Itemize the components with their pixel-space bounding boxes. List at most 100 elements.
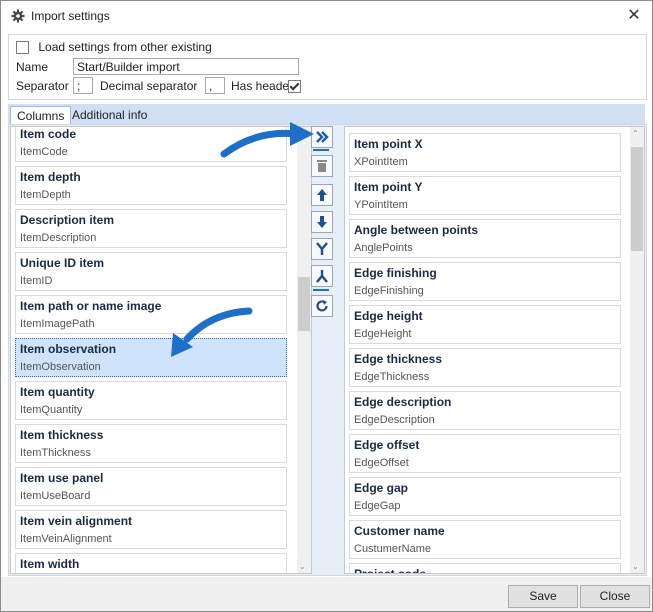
list-item[interactable]: Item width xyxy=(15,553,287,573)
right-scrollbar[interactable]: ⌃ ⌄ xyxy=(630,127,644,573)
list-item-field: ItemDepth xyxy=(20,189,71,201)
list-item-title: Angle between points xyxy=(354,223,479,237)
list-item-title: Edge offset xyxy=(354,438,420,452)
load-settings-checkbox[interactable] xyxy=(16,41,29,55)
list-item-title: Edge thickness xyxy=(354,352,443,366)
list-item-title: Item path or name image xyxy=(20,299,162,313)
dialog-button-bar: Save Close xyxy=(1,577,652,611)
list-item[interactable]: Unique ID item ItemID xyxy=(15,252,287,291)
list-item-field: CustumerName xyxy=(354,543,432,555)
list-item-title: Customer name xyxy=(354,524,445,538)
list-item-title: Edge finishing xyxy=(354,266,437,280)
list-item[interactable]: Item use panel ItemUseBoard xyxy=(15,467,287,506)
decimal-separator-label: Decimal separator xyxy=(100,79,198,93)
list-item[interactable]: Edge finishing EdgeFinishing xyxy=(349,262,621,301)
tab-additional-info[interactable]: Additional info xyxy=(66,106,153,124)
selected-columns-list[interactable]: Item point X XPointItem Item point Y YPoint… xyxy=(344,126,645,574)
move-up-button[interactable] xyxy=(311,184,333,206)
double-chevron-right-icon xyxy=(316,131,329,143)
list-item-field: ItemDescription xyxy=(20,232,97,244)
close-icon[interactable]: ✕ xyxy=(622,4,646,28)
list-item-title: Edge height xyxy=(354,309,423,323)
refresh-button[interactable] xyxy=(311,295,333,317)
list-item-title: Item quantity xyxy=(20,385,95,399)
arrow-up-icon xyxy=(317,189,327,201)
right-scroll-thumb[interactable] xyxy=(631,147,643,251)
list-item-title: Item thickness xyxy=(20,428,104,442)
left-scrollbar[interactable]: ⌄ xyxy=(297,127,311,573)
separator-label: Separator xyxy=(16,79,69,93)
tab-bar: Columns Additional info xyxy=(8,104,645,125)
separator-field[interactable]: ; xyxy=(73,77,93,94)
tab-columns[interactable]: Columns xyxy=(10,106,72,125)
available-columns-list[interactable]: Item code ItemCode Item depth ItemDepth Desc… xyxy=(10,126,312,574)
list-item-field: EdgeThickness xyxy=(354,371,430,383)
list-item-field: ItemCode xyxy=(20,146,68,158)
gear-icon xyxy=(11,9,25,23)
has-header-checkbox[interactable] xyxy=(288,80,301,93)
list-item-title: Project code xyxy=(354,567,427,574)
list-item[interactable]: Item point Y YPointItem xyxy=(349,176,621,215)
list-item[interactable]: Customer name CustumerName xyxy=(349,520,621,559)
list-item-field: EdgeHeight xyxy=(354,328,412,340)
list-item-title: Description item xyxy=(20,213,115,227)
list-item-title: Unique ID item xyxy=(20,256,105,270)
list-item[interactable]: Edge gap EdgeGap xyxy=(349,477,621,516)
name-label: Name xyxy=(16,60,49,74)
scroll-up-icon[interactable]: ⌃ xyxy=(632,129,639,138)
move-down-button[interactable] xyxy=(311,211,333,233)
list-item[interactable]: Item point X XPointItem xyxy=(349,133,621,172)
list-item[interactable]: Item path or name image ItemImagePath xyxy=(15,295,287,334)
list-item[interactable]: Project code xyxy=(349,563,621,574)
has-header-label: Has header xyxy=(231,79,294,93)
list-item[interactable]: Edge description EdgeDescription xyxy=(349,391,621,430)
separator-line-2 xyxy=(313,289,329,291)
list-item[interactable]: Item quantity ItemQuantity xyxy=(15,381,287,420)
split-icon xyxy=(316,270,328,283)
list-item-title: Edge description xyxy=(354,395,452,409)
list-item-title: Item code xyxy=(20,127,77,141)
list-item-field: XPointItem xyxy=(354,156,408,168)
load-settings-label: Load settings from other existing xyxy=(38,40,212,54)
list-item-title: Item observation xyxy=(20,342,117,356)
merge-icon xyxy=(316,242,328,255)
trash-icon xyxy=(317,160,327,172)
list-item[interactable]: Item depth ItemDepth xyxy=(15,166,287,205)
move-to-right-button[interactable] xyxy=(311,126,333,148)
decimal-separator-field[interactable]: , xyxy=(205,77,225,94)
list-item-title: Item vein alignment xyxy=(20,514,133,528)
list-item[interactable]: Angle between points AnglePoints xyxy=(349,219,621,258)
save-button[interactable]: Save xyxy=(508,585,578,608)
list-item-field: EdgeDescription xyxy=(354,414,435,426)
list-item-field: ItemThickness xyxy=(20,447,91,459)
list-item-title: Item width xyxy=(20,557,80,571)
delete-button[interactable] xyxy=(311,155,333,177)
refresh-icon xyxy=(316,300,328,312)
list-item-field: ItemObservation xyxy=(20,361,101,373)
scroll-down-icon[interactable]: ⌄ xyxy=(299,562,306,571)
list-item-field: ItemVeinAlignment xyxy=(20,533,112,545)
scroll-down-icon-right[interactable]: ⌄ xyxy=(632,562,639,571)
list-item[interactable]: Item vein alignment ItemVeinAlignment xyxy=(15,510,287,549)
list-item[interactable]: Description item ItemDescription xyxy=(15,209,287,248)
list-item[interactable]: Item thickness ItemThickness xyxy=(15,424,287,463)
list-item[interactable]: Item code ItemCode xyxy=(15,127,287,162)
list-item-field: ItemQuantity xyxy=(20,404,83,416)
list-item[interactable]: Item observation ItemObservation xyxy=(15,338,287,377)
list-item-title: Item depth xyxy=(20,170,81,184)
name-field[interactable]: Start/Builder import xyxy=(73,58,299,75)
list-item-field: ItemID xyxy=(20,275,53,287)
list-item[interactable]: Edge thickness EdgeThickness xyxy=(349,348,621,387)
list-item[interactable]: Edge offset EdgeOffset xyxy=(349,434,621,473)
list-item-field: ItemUseBoard xyxy=(20,490,91,502)
list-item[interactable]: Edge height EdgeHeight xyxy=(349,305,621,344)
list-item-title: Item point Y xyxy=(354,180,423,194)
list-item-field: EdgeGap xyxy=(354,500,401,512)
close-button[interactable]: Close xyxy=(580,585,650,608)
list-item-title: Item point X xyxy=(354,137,423,151)
split-button[interactable] xyxy=(311,265,333,287)
left-scroll-thumb[interactable] xyxy=(298,277,310,331)
merge-button[interactable] xyxy=(311,238,333,260)
settings-group: Load settings from other existing Name S… xyxy=(8,34,647,100)
move-buttons xyxy=(311,124,333,324)
